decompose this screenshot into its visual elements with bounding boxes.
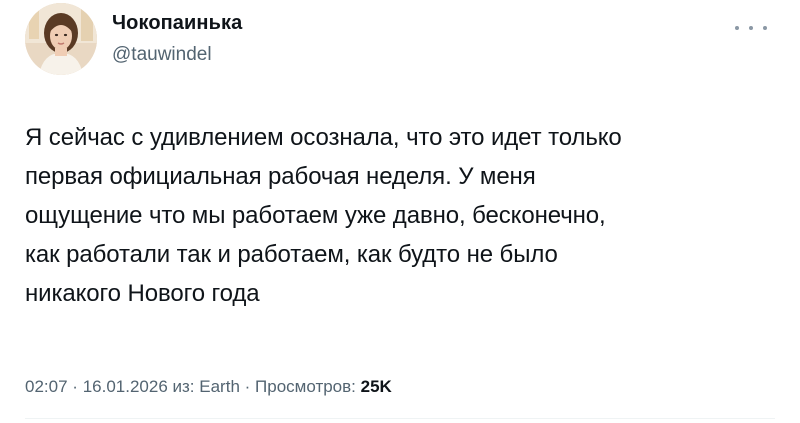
tweet-source: Earth — [199, 377, 240, 396]
tweet-card: Чокопаинька @tauwindel Я сейчас с удивле… — [0, 0, 800, 423]
author-handle[interactable]: @tauwindel — [112, 44, 212, 66]
author-avatar[interactable] — [25, 3, 97, 75]
more-dots-icon[interactable] — [735, 21, 767, 35]
meta-separator: · — [72, 377, 78, 396]
tweet-date[interactable]: 16.01.2026 — [83, 377, 168, 396]
dot — [735, 26, 739, 30]
views-label: Просмотров: — [255, 377, 356, 396]
tweet-meta: 02:07 · 16.01.2026 из: Earth · Просмотро… — [25, 377, 392, 397]
meta-separator: · — [244, 377, 251, 396]
author-name[interactable]: Чокопаинька — [112, 12, 242, 35]
dot — [763, 26, 767, 30]
source-prefix: из: — [172, 377, 195, 396]
divider — [25, 418, 775, 419]
avatar-photo-icon — [25, 3, 97, 75]
dot — [749, 26, 753, 30]
views-count[interactable]: 25K — [361, 377, 392, 396]
tweet-text: Я сейчас с удивлением осознала, что это … — [25, 124, 622, 307]
tweet-time[interactable]: 02:07 — [25, 377, 68, 396]
